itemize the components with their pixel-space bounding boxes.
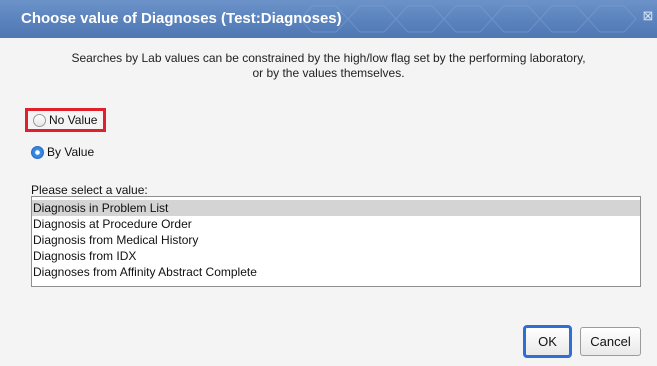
list-item[interactable]: Diagnosis from Medical History [32, 232, 640, 248]
no-value-radio[interactable] [33, 113, 46, 127]
value-listbox[interactable]: Diagnosis in Problem List Diagnosis at P… [31, 196, 641, 287]
by-value-radio[interactable] [31, 145, 44, 159]
list-item[interactable]: Diagnosis from IDX [32, 248, 640, 264]
value-list-label: Please select a value: [31, 183, 148, 197]
no-value-option[interactable]: No Value [25, 108, 107, 132]
cancel-button[interactable]: Cancel [580, 327, 641, 356]
list-item[interactable]: Diagnosis in Problem List [32, 200, 640, 216]
by-value-option[interactable]: By Value [31, 144, 94, 160]
choose-value-dialog: Choose value of Diagnoses (Test:Diagnose… [0, 0, 657, 366]
list-item[interactable]: Diagnoses from Affinity Abstract Complet… [32, 264, 640, 280]
close-icon[interactable]: ⊠ [641, 8, 655, 24]
no-value-label: No Value [49, 113, 98, 127]
ok-button[interactable]: OK [523, 325, 572, 358]
dialog-titlebar[interactable]: Choose value of Diagnoses (Test:Diagnose… [0, 0, 657, 39]
intro-line-2: or by the values themselves. [252, 66, 405, 80]
titlebar-decoration [300, 5, 637, 33]
dialog-body: Searches by Lab values can be constraine… [0, 38, 657, 366]
intro-text: Searches by Lab values can be constraine… [0, 51, 657, 81]
by-value-label: By Value [47, 145, 95, 159]
dialog-title: Choose value of Diagnoses (Test:Diagnose… [21, 10, 342, 27]
intro-line-1: Searches by Lab values can be constraine… [71, 51, 586, 65]
list-item[interactable]: Diagnosis at Procedure Order [32, 216, 640, 232]
